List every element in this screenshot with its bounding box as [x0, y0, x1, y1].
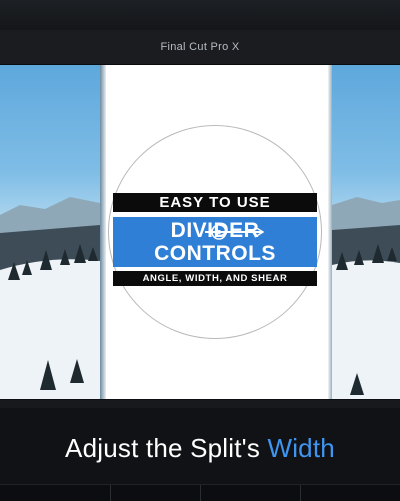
- banner-angle-width-shear: ANGLE, WIDTH, AND SHEAR: [113, 271, 317, 286]
- video-viewer[interactable]: EASY TO USE DIVIDER CONTROLS ANGLE, WIDT…: [0, 65, 400, 399]
- timeline-tick: [200, 485, 201, 501]
- split-edge-left: [100, 65, 106, 399]
- window-title-bar: Final Cut Pro X: [0, 30, 400, 65]
- timeline-tick: [300, 485, 301, 501]
- timeline-ruler[interactable]: [0, 484, 400, 501]
- caption-text: Adjust the Split's Width: [0, 433, 400, 464]
- banner-easy-to-use: EASY TO USE: [113, 193, 317, 212]
- caption-area: Adjust the Split's Width: [0, 400, 400, 501]
- split-edge-right: [328, 65, 332, 399]
- caption-prefix: Adjust the Split's: [65, 433, 268, 463]
- snow-scene-left: [0, 65, 100, 399]
- snow-scene-right: [332, 65, 400, 399]
- viewer-bottom-strip: [0, 400, 400, 408]
- timeline-tick: [110, 485, 111, 501]
- caption-highlight: Width: [267, 433, 335, 463]
- banner-line-2: CONTROLS: [154, 242, 276, 265]
- window-title: Final Cut Pro X: [160, 41, 240, 53]
- divider-handle-icon[interactable]: [205, 222, 265, 242]
- top-toolbar: [0, 0, 400, 30]
